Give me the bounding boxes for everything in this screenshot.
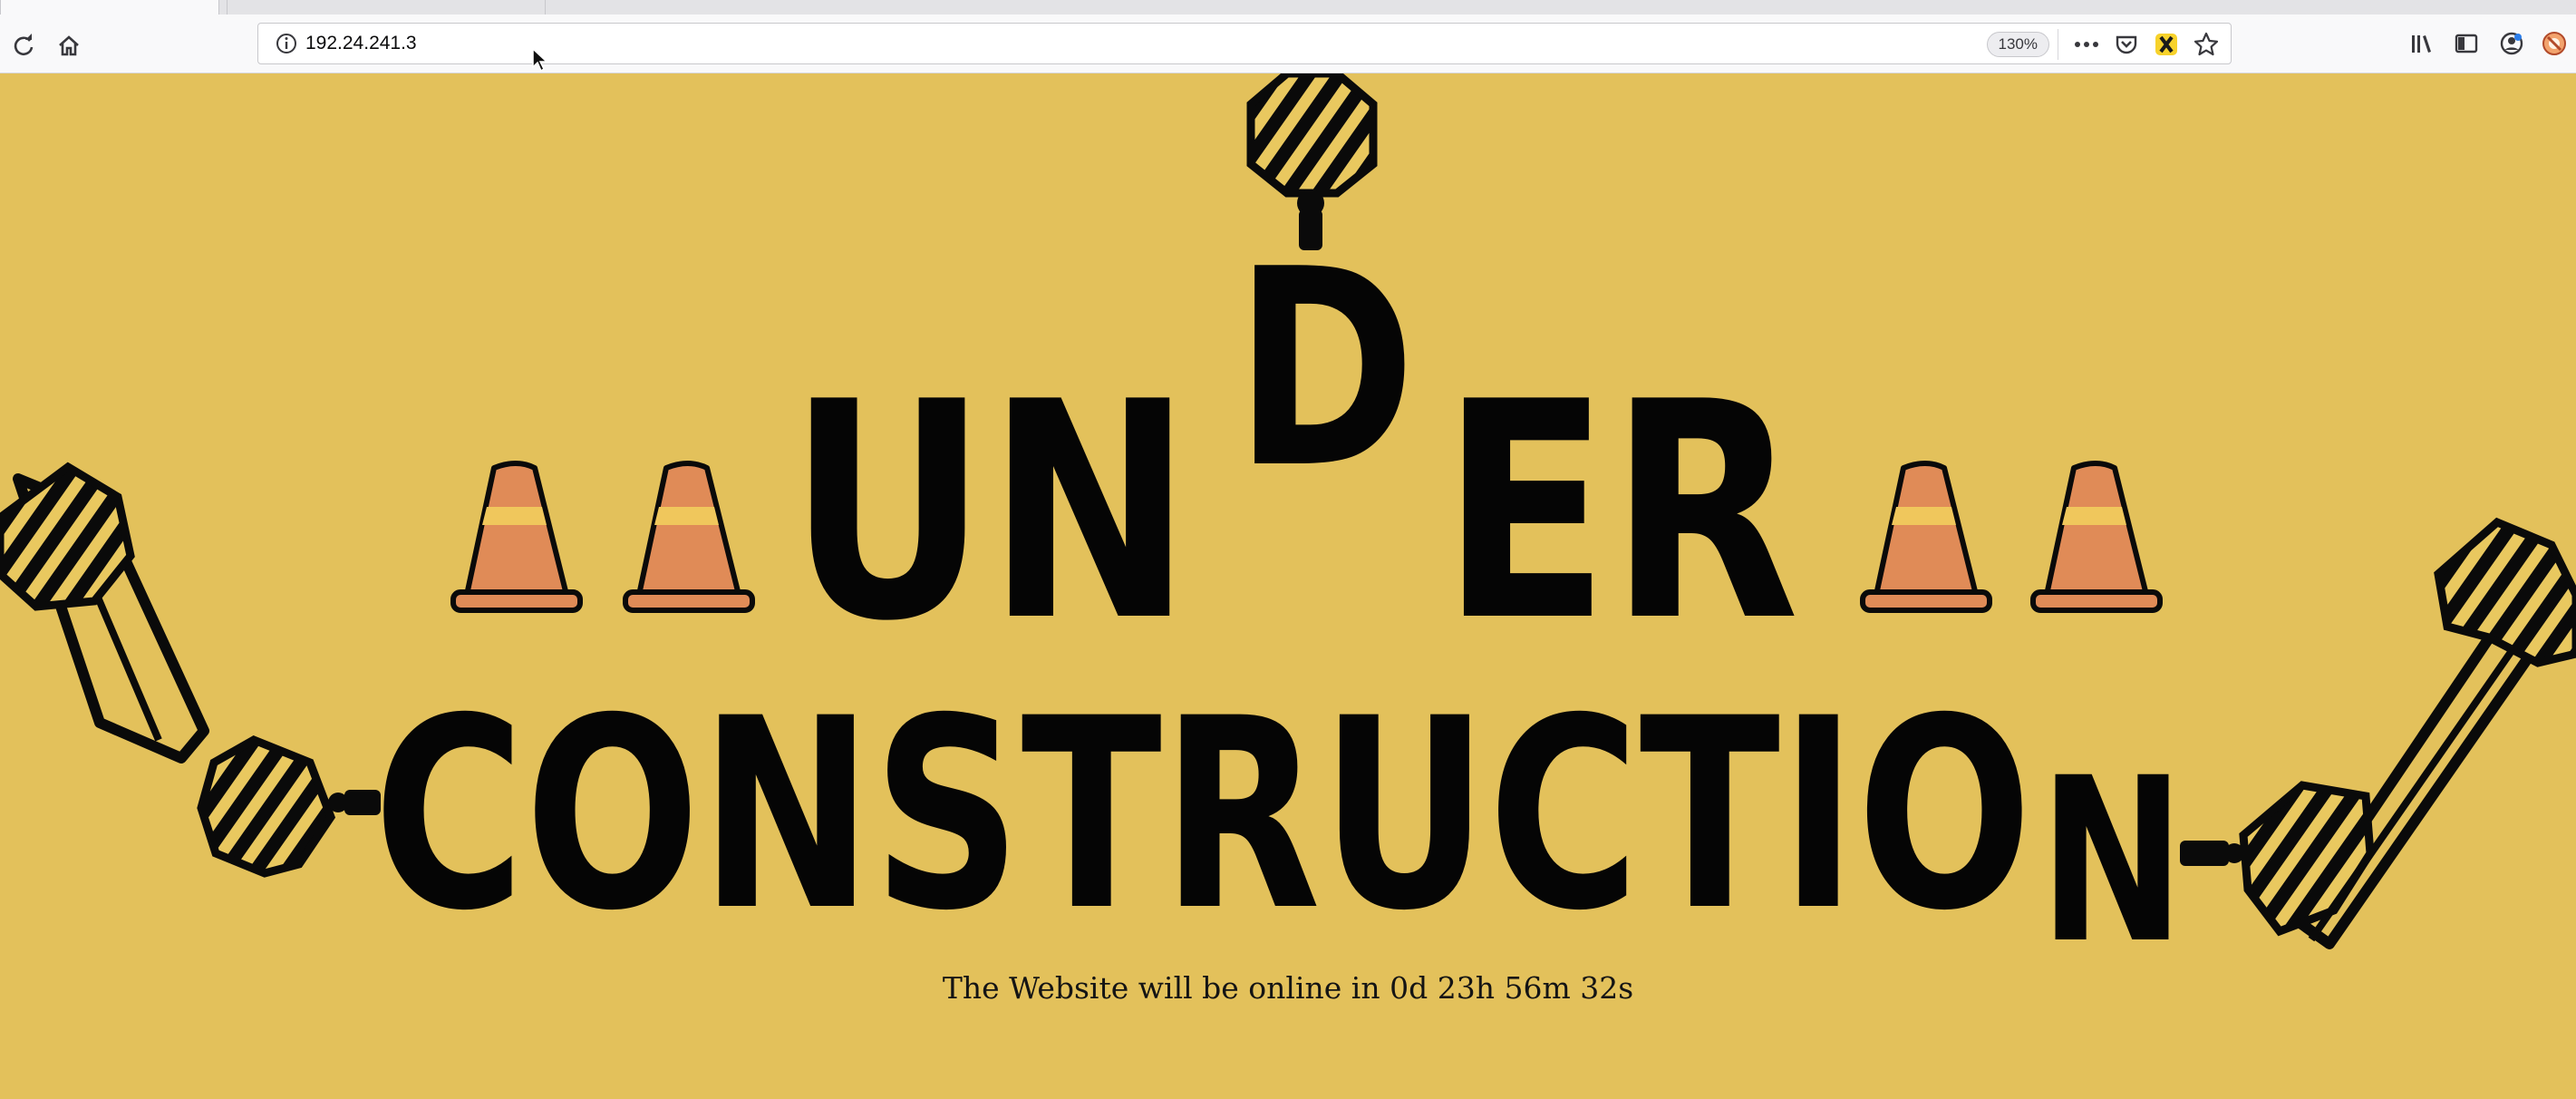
library-icon: [2412, 35, 2431, 53]
pocket-icon: [2116, 35, 2137, 54]
account-button[interactable]: [2495, 27, 2528, 60]
under-construction-illustration: UN D ER CONSTRUCTIO N: [0, 73, 2576, 993]
reload-button[interactable]: [5, 27, 42, 63]
tab[interactable]: [0, 0, 219, 15]
heading-under-part-a: UN: [789, 338, 1192, 686]
browser-toolbar: 192.24.241.3 130%: [0, 0, 2576, 73]
heading-construction-main: CONSTRUCTIO: [373, 663, 2032, 968]
home-button[interactable]: [51, 27, 87, 63]
address-bar[interactable]: 192.24.241.3 130%: [257, 23, 2232, 64]
extension-icon: [2155, 34, 2177, 55]
mouse-cursor-icon: [532, 47, 548, 73]
bookmark-button[interactable]: [2193, 31, 2220, 58]
traffic-cone-icon: [623, 461, 755, 613]
tab[interactable]: [227, 0, 546, 15]
zoom-badge[interactable]: 130%: [1986, 32, 2049, 57]
countdown-text: The Website will be online in 0d 23h 56m…: [942, 970, 1634, 1006]
heading-under-part-c: ER: [1441, 338, 1799, 686]
traffic-cone-icon: [450, 461, 583, 613]
traffic-cone-icon: [1860, 461, 1992, 613]
page-body: UN D ER CONSTRUCTIO N The Website will b…: [0, 73, 2576, 1099]
home-icon: [59, 35, 79, 56]
addon-button[interactable]: [2538, 27, 2571, 60]
page-actions-icon: [2075, 42, 2098, 47]
traffic-cone-icon: [2030, 461, 2163, 613]
account-icon: [2500, 32, 2523, 55]
pocket-button[interactable]: [2113, 31, 2140, 58]
info-icon[interactable]: [275, 32, 298, 55]
bookmark-star-icon: [2193, 32, 2219, 56]
page-actions-button[interactable]: [2073, 31, 2100, 58]
addon-icon: [2542, 32, 2566, 55]
tab-strip: [0, 0, 2576, 15]
right-crane-arm-icon: [2180, 517, 2576, 949]
extension-button[interactable]: [2153, 31, 2180, 58]
library-button[interactable]: [2407, 27, 2439, 60]
reload-icon: [14, 34, 34, 56]
url-text[interactable]: 192.24.241.3: [305, 33, 417, 54]
sidebar-icon: [2455, 34, 2478, 53]
heading-construction-last-letter: N: [2039, 729, 2184, 993]
left-crane-arm-icon: [0, 462, 381, 878]
sidebar-button[interactable]: [2450, 27, 2483, 60]
heading-under-part-b: D: [1235, 211, 1416, 528]
